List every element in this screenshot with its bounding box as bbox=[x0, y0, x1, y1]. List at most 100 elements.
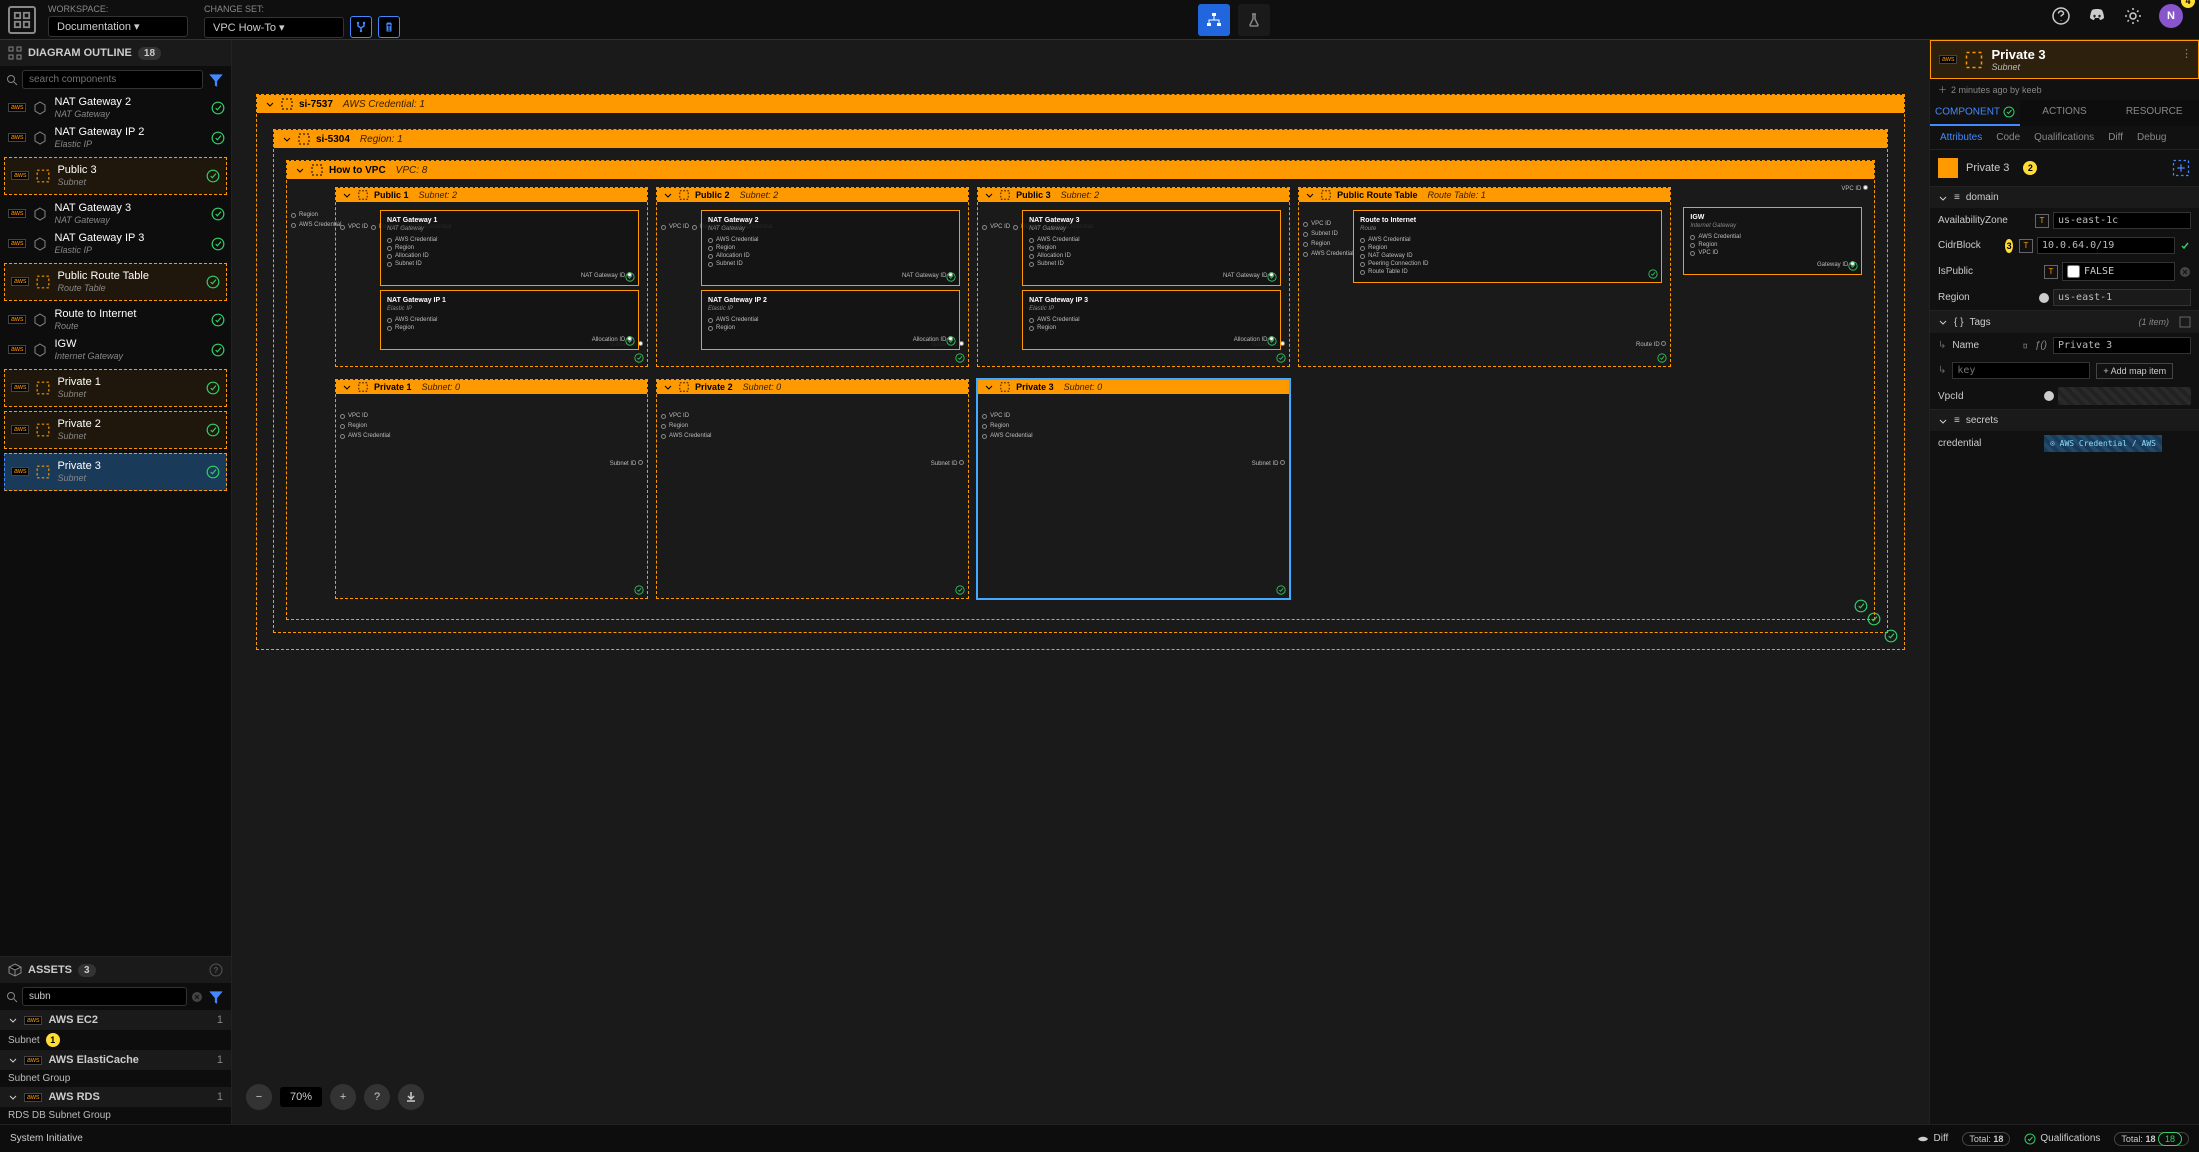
step-badge-3: 3 bbox=[2005, 239, 2013, 253]
subtab-attributes[interactable]: Attributes bbox=[1940, 132, 1982, 143]
subtab-diff[interactable]: Diff bbox=[2108, 132, 2123, 143]
lab-view-icon[interactable] bbox=[1238, 4, 1270, 36]
subtab-qualifications[interactable]: Qualifications bbox=[2034, 132, 2094, 143]
zoom-out-icon[interactable]: − bbox=[246, 1084, 272, 1110]
asset-item[interactable]: Subnet Group bbox=[0, 1070, 231, 1087]
top-bar: WORKSPACE: Documentation ▾ CHANGE SET: V… bbox=[0, 0, 2199, 40]
node-elastic-ip[interactable]: NAT Gateway IP 2Elastic IPAWS Credential… bbox=[701, 290, 960, 350]
outline-item[interactable]: aws IGWInternet Gateway bbox=[0, 335, 231, 365]
color-swatch[interactable] bbox=[1938, 158, 1958, 178]
gear-icon[interactable] bbox=[2123, 6, 2143, 26]
workspace-select[interactable]: Documentation ▾ bbox=[48, 16, 188, 37]
outline-item[interactable]: aws NAT Gateway 3NAT Gateway bbox=[0, 199, 231, 229]
asset-group[interactable]: awsAWS RDS1 bbox=[0, 1087, 231, 1107]
subnet-frame[interactable]: Public 1Subnet: 2 VPC IDRegionAWS Creden… bbox=[335, 187, 648, 367]
menu-icon[interactable]: ⋮ bbox=[2181, 47, 2192, 60]
download-icon[interactable] bbox=[398, 1084, 424, 1110]
frame-region[interactable]: si-5304Region: 1 How to VPCVPC: 8 Region… bbox=[273, 129, 1888, 633]
expand-icon[interactable] bbox=[2179, 316, 2191, 328]
footer-qualifications[interactable]: Qualifications bbox=[2024, 1133, 2100, 1145]
frame-credential[interactable]: si-7537AWS Credential: 1 si-5304Region: … bbox=[256, 94, 1905, 650]
help-icon[interactable] bbox=[2051, 6, 2071, 26]
outline-item[interactable]: aws Route to InternetRoute bbox=[0, 305, 231, 335]
check-icon bbox=[211, 313, 225, 327]
aws-icon: aws bbox=[11, 425, 29, 434]
subnet-frame[interactable]: Public 3Subnet: 2 VPC IDRegionAWS Creden… bbox=[977, 187, 1290, 367]
section-tags[interactable]: { } Tags(1 item) bbox=[1930, 311, 2199, 333]
tab-component[interactable]: COMPONENT bbox=[1930, 100, 2020, 126]
route-table-frame[interactable]: Public Route TableRoute Table: 1 VPC IDS… bbox=[1298, 187, 1671, 367]
canvas-help-icon[interactable]: ? bbox=[364, 1084, 390, 1110]
subnet-frame[interactable]: Private 3Subnet: 0 VPC IDRegionAWS Crede… bbox=[977, 379, 1290, 599]
outline-item[interactable]: aws NAT Gateway IP 3Elastic IP bbox=[0, 229, 231, 259]
aws-icon: aws bbox=[8, 209, 26, 218]
subtab-code[interactable]: Code bbox=[1996, 132, 2020, 143]
subnet-frame[interactable]: Private 2Subnet: 0 VPC IDRegionAWS Crede… bbox=[656, 379, 969, 599]
assets-help-icon[interactable]: ? bbox=[209, 963, 223, 977]
frame-vpc[interactable]: How to VPCVPC: 8 RegionAWS Credential VP… bbox=[286, 160, 1875, 620]
text-type-icon: T bbox=[2044, 265, 2058, 279]
hex-icon bbox=[32, 312, 48, 328]
node-nat-gateway[interactable]: NAT Gateway 3NAT GatewayAWS CredentialRe… bbox=[1022, 210, 1281, 286]
subnet-frame[interactable]: Private 1Subnet: 0 VPC IDRegionAWS Crede… bbox=[335, 379, 648, 599]
node-nat-gateway[interactable]: NAT Gateway 1NAT GatewayAWS CredentialRe… bbox=[380, 210, 639, 286]
clear-search-icon[interactable] bbox=[191, 991, 203, 1003]
outline-item[interactable]: aws Private 1Subnet bbox=[4, 369, 227, 407]
prop-region: Region bbox=[1930, 285, 2199, 310]
node-route[interactable]: Route to InternetRouteAWS CredentialRegi… bbox=[1353, 210, 1662, 283]
changeset-label: CHANGE SET: bbox=[204, 4, 400, 14]
changeset-select[interactable]: VPC How-To ▾ bbox=[204, 17, 344, 38]
outline-item[interactable]: aws Public Route TableRoute Table bbox=[4, 263, 227, 301]
avatar[interactable]: N bbox=[2159, 4, 2183, 28]
asset-group[interactable]: awsAWS ElastiCache1 bbox=[0, 1050, 231, 1070]
tag-new-row: ↳ + Add map item bbox=[1930, 358, 2199, 383]
outline-item[interactable]: aws Public 3Subnet bbox=[4, 157, 227, 195]
section-domain[interactable]: ≡ domain bbox=[1930, 187, 2199, 208]
zoom-in-icon[interactable]: + bbox=[330, 1084, 356, 1110]
asset-item[interactable]: Subnet1 bbox=[0, 1030, 231, 1050]
is-public-checkbox[interactable] bbox=[2067, 265, 2080, 278]
tag-key-input[interactable] bbox=[1952, 362, 2090, 379]
frame-icon bbox=[35, 168, 51, 184]
credential-value[interactable]: ⊙ AWS Credential / AWS bbox=[2044, 435, 2162, 452]
node-elastic-ip[interactable]: NAT Gateway IP 1Elastic IPAWS Credential… bbox=[380, 290, 639, 350]
clear-icon[interactable] bbox=[2179, 266, 2191, 278]
function-icon[interactable]: ƒ() bbox=[2035, 340, 2047, 351]
filter-icon[interactable] bbox=[207, 988, 225, 1006]
app-logo[interactable] bbox=[8, 6, 36, 34]
tab-actions[interactable]: ACTIONS bbox=[2020, 100, 2110, 126]
cidr-block-input[interactable] bbox=[2037, 237, 2175, 254]
tab-resource[interactable]: RESOURCE bbox=[2109, 100, 2199, 126]
hex-icon bbox=[32, 342, 48, 358]
frame-icon bbox=[35, 274, 51, 290]
discord-icon[interactable] bbox=[2087, 6, 2107, 26]
outline-item[interactable]: aws NAT Gateway IP 2Elastic IP bbox=[0, 123, 231, 153]
add-map-item-button[interactable]: + Add map item bbox=[2096, 363, 2173, 379]
assets-search-input[interactable] bbox=[22, 987, 187, 1006]
section-secrets[interactable]: ≡ secrets bbox=[1930, 410, 2199, 431]
outline-item[interactable]: aws Private 3Subnet bbox=[4, 453, 227, 491]
outline-search-input[interactable] bbox=[22, 70, 203, 89]
asset-group[interactable]: awsAWS EC21 bbox=[0, 1010, 231, 1030]
node-nat-gateway[interactable]: NAT Gateway 2NAT GatewayAWS CredentialRe… bbox=[701, 210, 960, 286]
outline-count: 18 bbox=[138, 47, 161, 60]
node-elastic-ip[interactable]: NAT Gateway IP 3Elastic IPAWS Credential… bbox=[1022, 290, 1281, 350]
delete-tag-icon[interactable] bbox=[2022, 341, 2028, 351]
tag-value-input[interactable] bbox=[2053, 337, 2191, 354]
subnet-frame[interactable]: Public 2Subnet: 2 VPC IDRegionAWS Creden… bbox=[656, 187, 969, 367]
diagram-view-icon[interactable] bbox=[1198, 4, 1230, 36]
merge-icon[interactable] bbox=[350, 16, 372, 38]
asset-item[interactable]: RDS DB Subnet Group bbox=[0, 1107, 231, 1124]
outline-item[interactable]: aws NAT Gateway 2NAT Gateway bbox=[0, 93, 231, 123]
filter-icon[interactable] bbox=[207, 71, 225, 89]
outline-item[interactable]: aws Private 2Subnet bbox=[4, 411, 227, 449]
frame-toggle-icon[interactable] bbox=[2171, 158, 2191, 178]
node-igw[interactable]: IGWInternet GatewayAWS CredentialRegionV… bbox=[1683, 207, 1862, 275]
canvas-toolbar: − 70% + ? bbox=[246, 1084, 424, 1110]
footer-diff[interactable]: Diff bbox=[1916, 1132, 1949, 1146]
delete-icon[interactable] bbox=[378, 16, 400, 38]
outline-icon bbox=[8, 46, 22, 60]
diagram-canvas[interactable]: si-7537AWS Credential: 1 si-5304Region: … bbox=[232, 40, 1929, 1124]
subtab-debug[interactable]: Debug bbox=[2137, 132, 2166, 143]
availability-zone-input[interactable] bbox=[2053, 212, 2191, 229]
